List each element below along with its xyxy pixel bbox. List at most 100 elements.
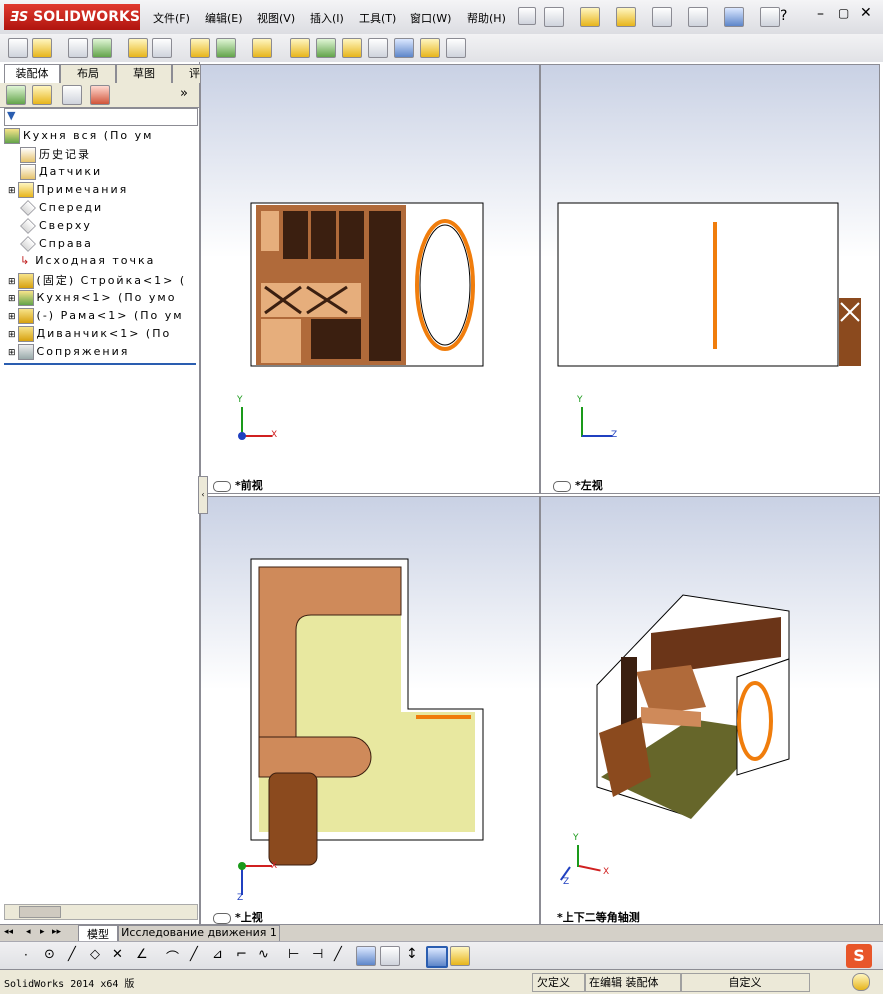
- tree-item-stroika[interactable]: ⊞ (固定) Стройка<1> (: [8, 272, 203, 290]
- new-part-icon[interactable]: [32, 38, 52, 58]
- pin-icon[interactable]: [518, 7, 536, 25]
- minimize-window-icon[interactable]: –: [817, 6, 824, 22]
- filter-field[interactable]: ▼: [4, 108, 198, 126]
- menu-file[interactable]: 文件(F): [153, 10, 190, 26]
- menu-window[interactable]: 窗口(W): [410, 10, 451, 26]
- exploded-view-icon[interactable]: [342, 38, 362, 58]
- tree-item-mates[interactable]: ⊞ Сопряжения: [8, 344, 203, 362]
- angle-icon[interactable]: ∠: [136, 947, 148, 962]
- table-icon[interactable]: [380, 946, 400, 966]
- tree-item-front-plane[interactable]: Спереди: [20, 200, 215, 218]
- point-icon[interactable]: ·: [24, 948, 28, 962]
- menu-tools[interactable]: 工具(T): [359, 10, 396, 26]
- viewport-top[interactable]: Z X *上视: [200, 496, 540, 926]
- link-views-icon[interactable]: [213, 480, 231, 492]
- spline-icon[interactable]: ∿: [258, 947, 269, 962]
- rebuild-warning-icon[interactable]: [616, 7, 636, 27]
- viewport-label-top[interactable]: *上视: [213, 909, 263, 925]
- clearance-verification-icon[interactable]: [420, 38, 440, 58]
- assembly-features-icon[interactable]: [216, 38, 236, 58]
- dimension-arrow-icon[interactable]: ↕: [406, 946, 418, 962]
- interference-detection-icon[interactable]: [394, 38, 414, 58]
- bill-of-materials-icon[interactable]: [316, 38, 336, 58]
- tab-layout[interactable]: 布局: [60, 64, 116, 83]
- tab-nav-prev-icon[interactable]: ◂: [26, 927, 31, 937]
- trim-icon[interactable]: ✕: [112, 947, 123, 962]
- expand-plus-icon[interactable]: ⊞: [8, 186, 18, 196]
- open-folder-icon[interactable]: [580, 7, 600, 27]
- instant3d-icon[interactable]: [446, 38, 466, 58]
- menu-edit[interactable]: 编辑(E): [205, 10, 243, 26]
- smart-dimension-icon[interactable]: ⊢: [288, 947, 299, 962]
- tree-item-history[interactable]: 历史记录: [20, 146, 215, 164]
- viewport-left[interactable]: Y Z *左视: [540, 64, 880, 494]
- undo-icon[interactable]: [688, 7, 708, 27]
- sketch-fillet-icon[interactable]: ⌒: [166, 947, 179, 966]
- tree-item-sensors[interactable]: Датчики: [20, 164, 215, 182]
- tab-nav-next-icon[interactable]: ▸: [40, 927, 45, 937]
- close-window-icon[interactable]: ✕: [860, 5, 872, 21]
- expand-plus-icon[interactable]: ⊞: [8, 277, 18, 287]
- display-manager-icon[interactable]: [90, 85, 110, 105]
- feature-manager-icon[interactable]: [6, 85, 26, 105]
- tooltip-icon[interactable]: [852, 973, 870, 991]
- new-document-icon[interactable]: [544, 7, 564, 27]
- move-component-icon[interactable]: [152, 38, 172, 58]
- horizontal-scrollbar[interactable]: [4, 904, 198, 920]
- tab-nav-first-icon[interactable]: ◂◂: [4, 927, 13, 937]
- offset-icon[interactable]: ⊿: [212, 947, 223, 962]
- ime-s-icon[interactable]: S: [846, 944, 872, 968]
- tab-motion-study[interactable]: Исследование движения 1: [118, 925, 280, 942]
- select-arrow-icon[interactable]: [724, 7, 744, 27]
- menu-view[interactable]: 视图(V): [257, 10, 295, 26]
- circle-icon[interactable]: ⊙: [44, 947, 55, 962]
- mirror-sketch-icon[interactable]: ⊣: [312, 947, 323, 962]
- shaded-with-edges-icon[interactable]: [426, 946, 448, 968]
- line-icon[interactable]: ╱: [68, 947, 76, 962]
- print-icon[interactable]: [652, 7, 672, 27]
- property-manager-icon[interactable]: [32, 85, 52, 105]
- expand-plus-icon[interactable]: ⊞: [8, 348, 18, 358]
- tree-item-annotations[interactable]: ⊞ Примечания: [8, 182, 203, 200]
- panel-splitter-handle[interactable]: ‹: [198, 476, 208, 514]
- new-motion-study-icon[interactable]: [290, 38, 310, 58]
- link-views-icon[interactable]: [213, 912, 231, 924]
- help-question-icon[interactable]: ?: [780, 8, 787, 24]
- linear-pattern-icon[interactable]: [92, 38, 112, 58]
- configuration-manager-icon[interactable]: [62, 85, 82, 105]
- rollback-bar[interactable]: [4, 363, 196, 365]
- tab-model[interactable]: 模型: [78, 925, 118, 942]
- display-shaded-icon[interactable]: [356, 946, 376, 966]
- tab-assembly[interactable]: 装配体: [4, 64, 60, 83]
- viewport-label-front[interactable]: *前视: [213, 477, 263, 493]
- tree-item-origin[interactable]: ↳ Исходная точка: [20, 254, 215, 272]
- tree-root-assembly[interactable]: Кухня вся (По ум: [4, 128, 199, 146]
- insert-component-icon[interactable]: [8, 38, 28, 58]
- tab-nav-last-icon[interactable]: ▸▸: [52, 927, 61, 937]
- tree-item-frame[interactable]: ⊞ (-) Рама<1> (По ум: [8, 308, 203, 326]
- viewport-front[interactable]: Y X *前视: [200, 64, 540, 494]
- link-views-icon[interactable]: [553, 480, 571, 492]
- solidworks-logo[interactable]: ƎS SOLIDWORKS: [4, 4, 140, 30]
- menu-help[interactable]: 帮助(H): [467, 10, 506, 26]
- scroll-thumb[interactable]: [19, 906, 61, 918]
- polygon-icon[interactable]: ◇: [90, 947, 100, 962]
- smart-fasteners-icon[interactable]: [128, 38, 148, 58]
- explode-line-icon[interactable]: [368, 38, 388, 58]
- reference-geometry-icon[interactable]: [252, 38, 272, 58]
- tab-sketch[interactable]: 草图: [116, 64, 172, 83]
- rebuild-warning-icon-bottom[interactable]: [450, 946, 470, 966]
- expand-plus-icon[interactable]: ⊞: [8, 294, 18, 304]
- options-icon[interactable]: [760, 7, 780, 27]
- mate-icon[interactable]: [68, 38, 88, 58]
- tree-item-sofa[interactable]: ⊞ Диванчик<1> (По: [8, 326, 203, 344]
- show-hidden-icon[interactable]: [190, 38, 210, 58]
- expand-plus-icon[interactable]: ⊞: [8, 330, 18, 340]
- centerline-icon[interactable]: ╱: [190, 947, 198, 962]
- expand-panel-icon[interactable]: »: [180, 86, 188, 101]
- tree-item-kitchen[interactable]: ⊞ Кухня<1> (По умо: [8, 290, 203, 308]
- tree-item-right-plane[interactable]: Справа: [20, 236, 215, 254]
- viewport-label-left[interactable]: *左视: [553, 477, 603, 493]
- expand-plus-icon[interactable]: ⊞: [8, 312, 18, 322]
- status-units[interactable]: 自定义: [680, 973, 810, 992]
